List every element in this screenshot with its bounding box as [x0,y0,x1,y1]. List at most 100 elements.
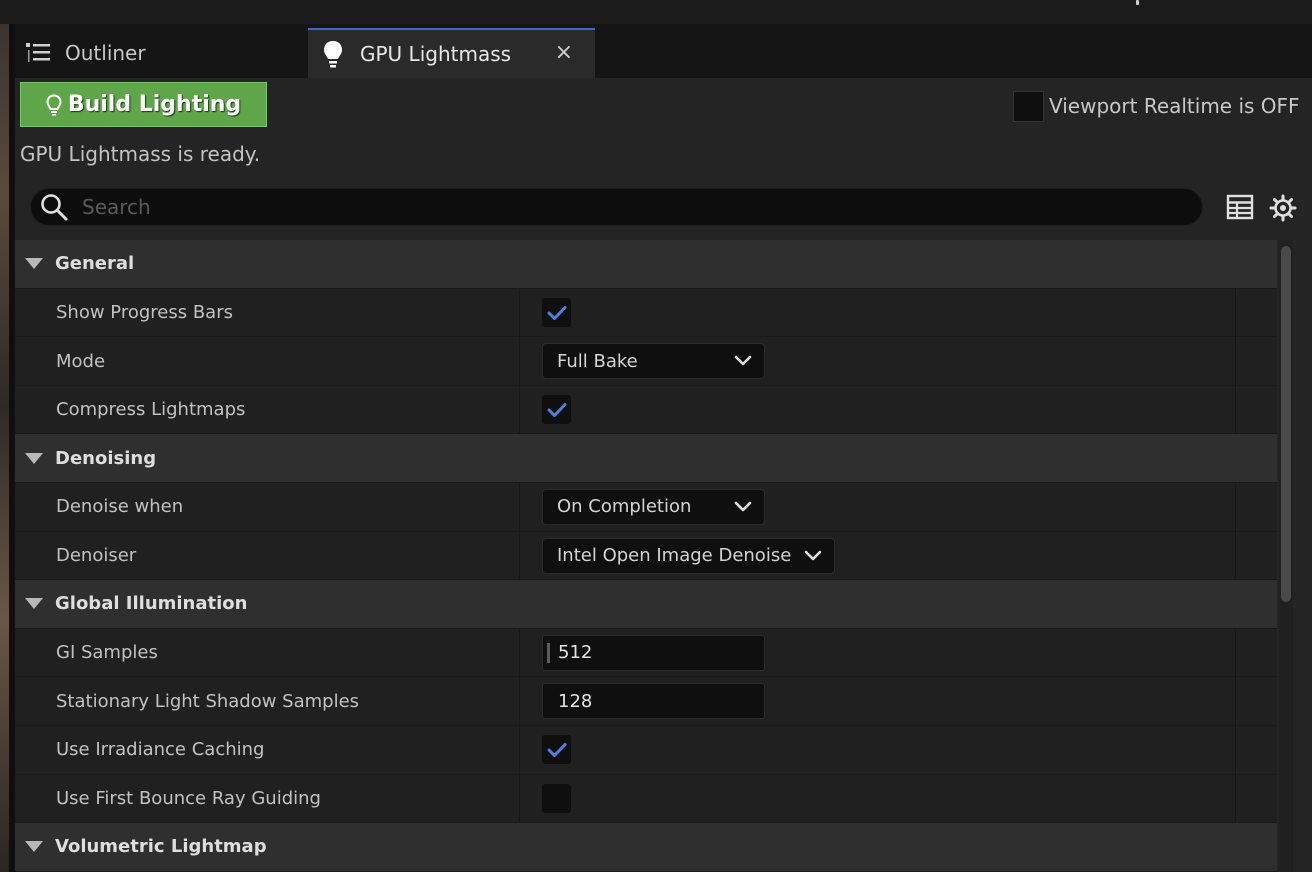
property-name: Compress Lightmaps [56,399,246,421]
property-value [542,775,571,823]
property-value: 512 [542,629,765,677]
property-value: On Completion [542,483,765,531]
column-divider [1235,677,1236,726]
property-row: Mode Full Bake [15,337,1277,386]
expand-arrow-icon[interactable] [25,258,43,270]
table-view-icon[interactable] [1226,194,1254,220]
column-divider[interactable] [519,677,520,726]
window-control-icon[interactable] [1128,0,1148,6]
checkbox[interactable] [542,784,571,814]
property-list: General Show Progress Bars Mode Full Bake Co… [15,240,1277,872]
column-divider[interactable] [519,337,520,386]
property-row: Denoiser Intel Open Image Denoise [15,531,1277,581]
number-value: 128 [558,690,593,712]
property-value [542,386,571,434]
status-text: GPU Lightmass is ready. [20,142,261,166]
column-divider[interactable] [519,774,520,823]
title-bar [0,0,1312,24]
lightbulb-icon [318,40,348,68]
chevron-down-icon [734,355,752,367]
dropdown[interactable]: Full Bake [542,343,765,380]
column-divider[interactable] [519,482,520,531]
number-input[interactable]: 512 [542,634,765,671]
expand-arrow-icon[interactable] [25,598,43,610]
chevron-down-icon [804,550,822,562]
property-row: GI Samples 512 [15,628,1277,678]
property-name: Denoiser [56,545,137,567]
property-name: Use Irradiance Caching [56,739,265,761]
viewport-edge [0,24,9,872]
chevron-down-icon [734,501,752,513]
property-row: Use First Bounce Ray Guiding [15,774,1277,824]
tab-gpu-lightmass[interactable]: GPU Lightmass × [308,28,595,78]
dropdown-value: Full Bake [557,350,638,372]
property-row: Show Progress Bars [15,288,1277,338]
close-icon[interactable]: × [555,40,573,65]
category-header[interactable]: General [15,240,1277,289]
column-divider [1235,482,1236,531]
property-name: GI Samples [56,642,158,664]
dropdown[interactable]: On Completion [542,488,765,525]
number-value: 512 [558,642,593,664]
property-row: Denoise when On Completion [15,482,1277,532]
viewport-realtime-toggle[interactable]: Viewport Realtime is OFF [1013,90,1300,122]
column-divider[interactable] [519,725,520,774]
dropdown-value: On Completion [557,496,692,518]
build-lighting-button[interactable]: Build Lighting [20,82,267,127]
category-header[interactable]: Denoising [15,434,1277,483]
tab-gpu-lightmass-label: GPU Lightmass [360,42,512,66]
property-name: Show Progress Bars [56,302,233,324]
column-divider [1235,531,1236,580]
search-input[interactable] [80,194,1164,220]
tab-outliner[interactable]: Outliner [23,28,293,78]
category-label: General [55,253,135,275]
number-input[interactable]: 128 [542,683,765,720]
checkmark-icon [547,305,567,321]
lightbulb-outline-icon [46,93,62,116]
property-row: Compress Lightmaps [15,385,1277,435]
category-header[interactable]: Volumetric Lightmap [15,823,1277,872]
build-lighting-label: Build Lighting [67,92,242,117]
property-name: Mode [56,350,106,372]
property-value [542,726,571,774]
checkbox[interactable] [542,395,571,425]
column-divider [1235,288,1236,337]
checkbox[interactable] [542,298,571,328]
column-divider [1235,628,1236,677]
checkbox[interactable] [542,735,571,765]
property-value [542,289,571,337]
search-bar[interactable] [30,188,1203,226]
category-header[interactable]: Global Illumination [15,580,1277,629]
property-value: Full Bake [542,337,765,385]
column-divider [1235,725,1236,774]
dropdown[interactable]: Intel Open Image Denoise [542,537,835,574]
column-divider[interactable] [519,288,520,337]
expand-arrow-icon[interactable] [25,452,43,464]
column-divider[interactable] [519,628,520,677]
column-divider[interactable] [519,531,520,580]
gpu-lightmass-panel: Build Lighting Viewport Realtime is OFF … [15,78,1312,872]
search-icon [40,193,68,221]
property-value: 128 [542,677,765,725]
checkmark-icon [547,742,567,758]
tab-outliner-label: Outliner [65,41,146,65]
dropdown-value: Intel Open Image Denoise [557,545,792,567]
property-name: Denoise when [56,496,184,518]
property-name: Use First Bounce Ray Guiding [56,788,321,810]
property-name: Stationary Light Shadow Samples [56,690,360,712]
expand-arrow-icon[interactable] [25,841,43,853]
checkmark-icon [547,402,567,418]
gear-icon[interactable] [1269,194,1297,222]
column-divider[interactable] [519,385,520,434]
scrollbar-thumb[interactable] [1281,246,1291,602]
column-divider [1235,774,1236,823]
column-divider [1235,385,1236,434]
viewport-realtime-label: Viewport Realtime is OFF [1049,94,1300,118]
property-row: Stationary Light Shadow Samples 128 [15,677,1277,726]
property-row: Use Irradiance Caching [15,725,1277,775]
text-cursor [547,642,550,663]
column-divider [1235,337,1236,386]
tab-bar: Outliner GPU Lightmass × [15,28,1312,78]
viewport-realtime-checkbox[interactable] [1013,90,1044,122]
category-label: Volumetric Lightmap [55,836,267,858]
